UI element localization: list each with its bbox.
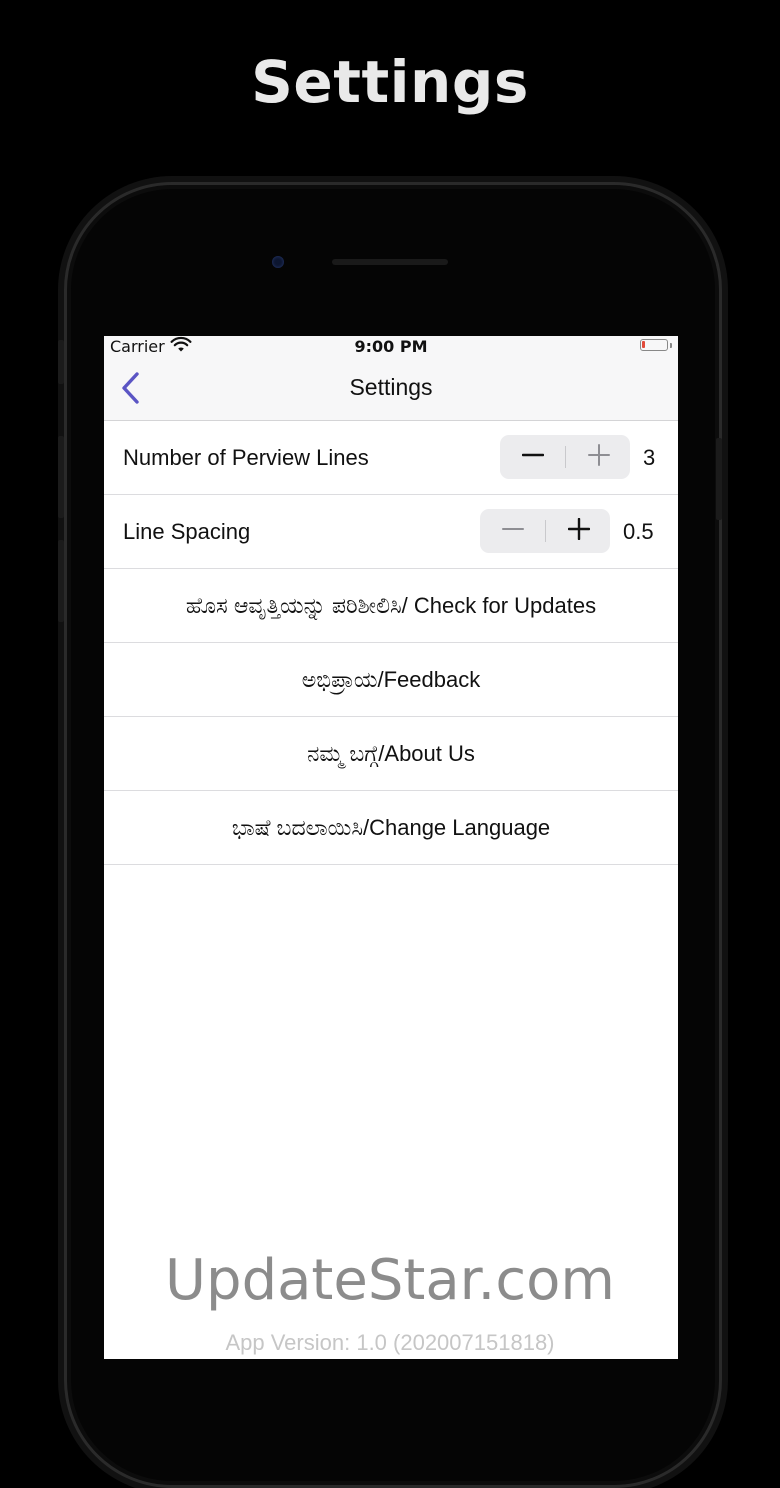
preview-lines-label: Number of Perview Lines (123, 445, 369, 470)
plus-icon (587, 444, 610, 470)
line-spacing-stepper[interactable] (480, 509, 610, 553)
line-spacing-value: 0.5 (623, 519, 654, 544)
page-title: Settings (349, 374, 433, 400)
minus-icon (501, 518, 524, 544)
preview-lines-row: Number of Perview Lines 3 (104, 421, 678, 495)
app-version-label: App Version: 1.0 (202007151818) (225, 1330, 555, 1355)
preview-lines-increment-button[interactable] (566, 435, 631, 479)
line-spacing-increment-button[interactable] (546, 509, 611, 553)
check-updates-label: ಹೊಸ ಆವೃತ್ತಿಯನ್ನು ಪರಿಶೀಲಿಸಿ/ Check for Up… (185, 593, 597, 618)
app-screen: Carrier 9:00 PM Settings Number of Pervi… (104, 336, 678, 1359)
line-spacing-row: Line Spacing 0.5 (104, 495, 678, 569)
about-us-row[interactable]: ನಮ್ಮ ಬಗ್ಗೆ/About Us (104, 717, 678, 791)
feedback-label: ಅಭಿಪ್ರಾಯ/Feedback (301, 667, 481, 692)
volume-up-button (58, 436, 64, 518)
preview-lines-stepper[interactable] (500, 435, 630, 479)
change-language-row[interactable]: ಭಾಷೆ ಬದಲಾಯಿಸಿ/Change Language (104, 791, 678, 865)
navigation-bar: Carrier 9:00 PM Settings (104, 336, 678, 421)
status-time: 9:00 PM (354, 337, 428, 356)
line-spacing-decrement-button[interactable] (480, 509, 545, 553)
about-us-label: ನಮ್ಮ ಬಗ್ಗೆ/About Us (307, 741, 475, 766)
status-bar: Carrier 9:00 PM (104, 336, 678, 358)
watermark: UpdateStar.com (165, 1248, 615, 1313)
battery-icon (640, 339, 672, 351)
feedback-row[interactable]: ಅಭಿಪ್ರಾಯ/Feedback (104, 643, 678, 717)
change-language-label: ಭಾಷೆ ಬದಲಾಯಿಸಿ/Change Language (231, 815, 551, 840)
mute-switch (58, 340, 64, 384)
preview-lines-value: 3 (643, 445, 656, 470)
volume-down-button (58, 540, 64, 622)
promo-title: Settings (251, 48, 529, 116)
line-spacing-label: Line Spacing (123, 519, 251, 544)
check-updates-row[interactable]: ಹೊಸ ಆವೃತ್ತಿಯನ್ನು ಪರಿಶೀಲಿಸಿ/ Check for Up… (104, 569, 678, 643)
plus-icon (567, 517, 590, 544)
preview-lines-decrement-button[interactable] (500, 435, 565, 479)
front-camera (272, 256, 284, 268)
minus-icon (521, 444, 544, 470)
power-button (716, 438, 722, 520)
earpiece-speaker (332, 259, 448, 265)
